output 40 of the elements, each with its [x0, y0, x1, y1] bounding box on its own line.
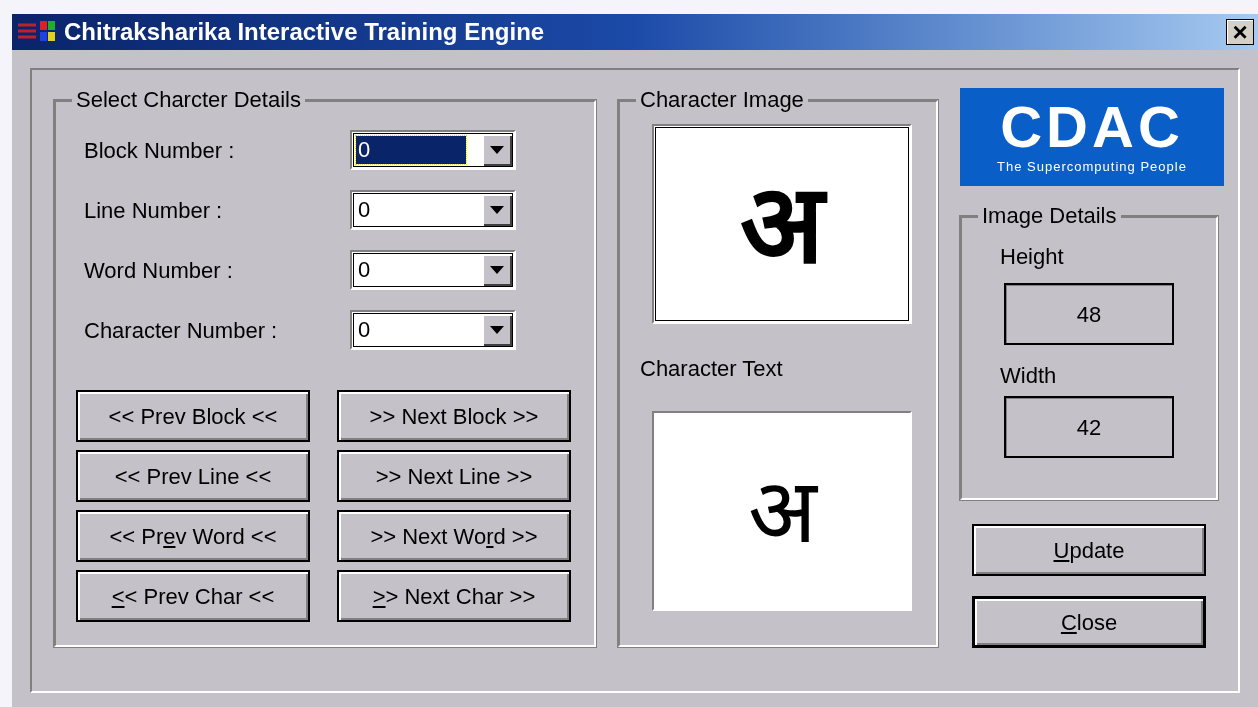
- character-text-label: Character Text: [640, 355, 784, 383]
- push-button[interactable]: << Prev Char <<: [76, 570, 310, 622]
- field-label: Word Number :: [84, 256, 234, 285]
- dropdown-value: 0: [357, 196, 372, 224]
- field-label: Character Number :: [84, 316, 279, 345]
- window-title: Chitraksharika Interactive Training Engine: [64, 17, 546, 47]
- logo: CDAC The Supercomputing People: [960, 88, 1224, 186]
- push-button[interactable]: >> Next Block >>: [337, 390, 571, 442]
- push-button[interactable]: Update: [972, 524, 1206, 576]
- field-label: Block Number :: [84, 136, 236, 165]
- dropdown-field[interactable]: 0: [350, 250, 516, 290]
- push-button[interactable]: >> Next Char >>: [337, 570, 571, 622]
- close-button[interactable]: ×: [1226, 19, 1254, 45]
- down-arrow-icon: [490, 146, 504, 154]
- dropdown-field[interactable]: 0: [350, 130, 516, 170]
- dropdown-field[interactable]: 0: [350, 190, 516, 230]
- height-value: 48: [1004, 283, 1174, 345]
- push-button[interactable]: >> Next Word >>: [337, 510, 571, 562]
- dropdown-arrow-button[interactable]: [482, 194, 512, 226]
- width-label: Width: [1000, 362, 1057, 390]
- push-button[interactable]: << Prev Line <<: [76, 450, 310, 502]
- height-label: Height: [1000, 243, 1064, 271]
- character-text-value: अ: [747, 466, 817, 556]
- dropdown-arrow-button[interactable]: [482, 254, 512, 286]
- push-button[interactable]: >> Next Line >>: [337, 450, 571, 502]
- dropdown-arrow-button[interactable]: [482, 314, 512, 346]
- dropdown-value: 0: [357, 316, 372, 344]
- dropdown-value: 0: [356, 136, 466, 164]
- field-label: Line Number :: [84, 196, 224, 225]
- down-arrow-icon: [490, 266, 504, 274]
- down-arrow-icon: [490, 326, 504, 334]
- down-arrow-icon: [490, 206, 504, 214]
- width-value: 42: [1004, 396, 1174, 458]
- push-button[interactable]: Close: [972, 596, 1206, 648]
- push-button[interactable]: << Prev Word <<: [76, 510, 310, 562]
- push-button[interactable]: << Prev Block <<: [76, 390, 310, 442]
- dropdown-arrow-button[interactable]: [482, 134, 512, 166]
- dropdown-field[interactable]: 0: [350, 310, 516, 350]
- dropdown-value: 0: [357, 256, 372, 284]
- character-text-field[interactable]: अ: [652, 411, 912, 611]
